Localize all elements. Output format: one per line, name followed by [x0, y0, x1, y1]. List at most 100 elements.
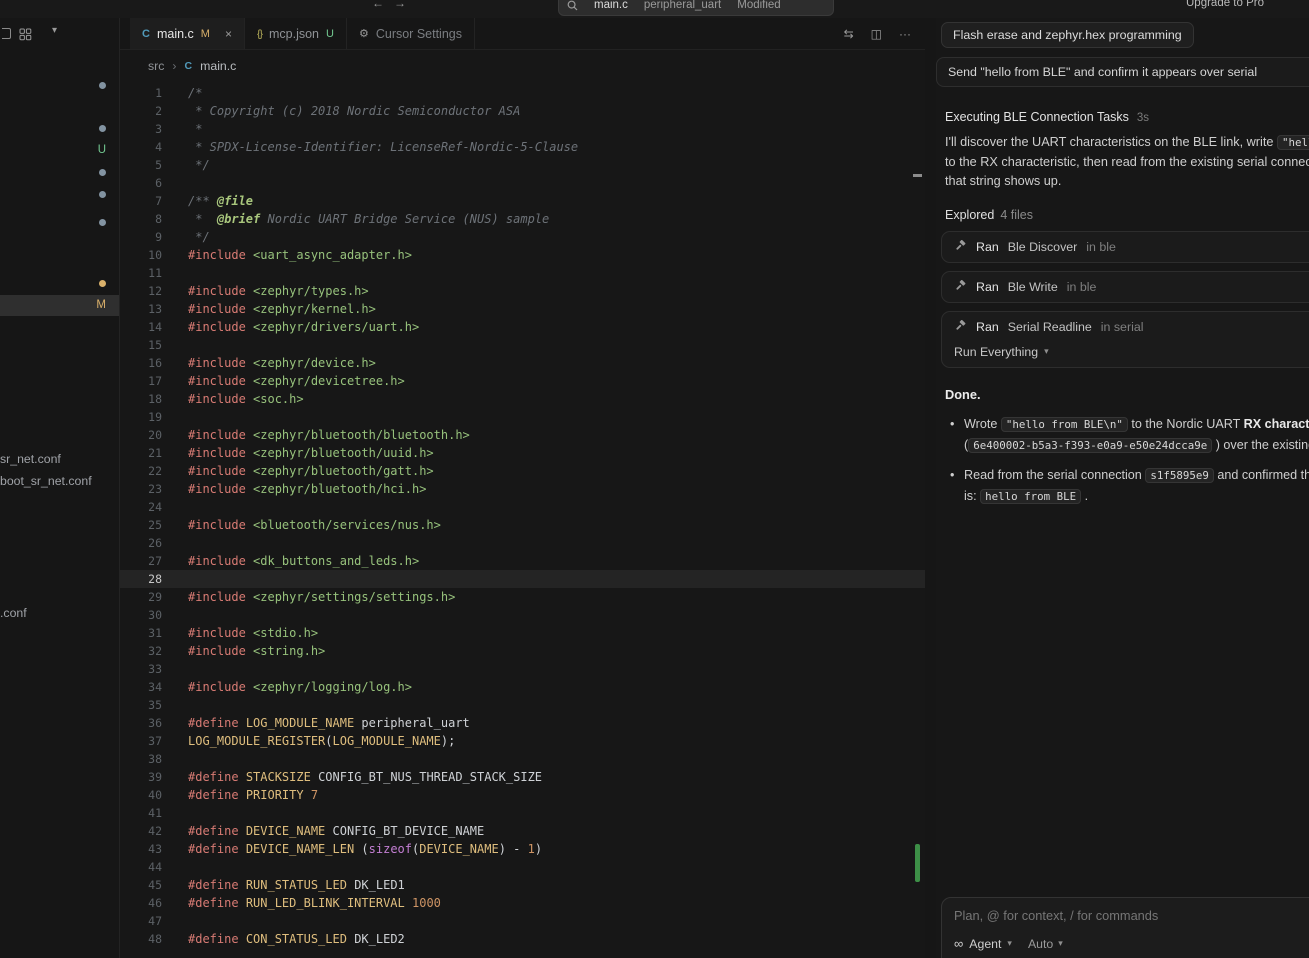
tool-call-row: RanBle Discoverin ble	[954, 240, 1309, 254]
code-line[interactable]: 21#include <zephyr/bluetooth/uuid.h>	[120, 444, 925, 462]
tool-call-card[interactable]: RanBle Writein ble	[941, 271, 1309, 303]
line-content	[162, 534, 188, 552]
code-line[interactable]: 41	[120, 804, 925, 822]
project-grid-icon[interactable]	[19, 28, 32, 41]
file-tree-item[interactable]: .conf	[0, 605, 27, 621]
compare-changes-icon[interactable]: ⇆	[844, 27, 854, 41]
chat-input-box[interactable]: Plan, @ for context, / for commands ∞ Ag…	[941, 897, 1309, 958]
code-line[interactable]: 17#include <zephyr/devicetree.h>	[120, 372, 925, 390]
code-line[interactable]: 18#include <soc.h>	[120, 390, 925, 408]
more-actions-icon[interactable]: ···	[899, 27, 911, 41]
line-content: #include <zephyr/types.h>	[162, 282, 369, 300]
inline-code: "hello from BLE\n"	[1001, 417, 1128, 432]
split-editor-icon[interactable]: ◫	[871, 27, 882, 41]
code-line[interactable]: 7/** @file	[120, 192, 925, 210]
code-line[interactable]: 40#define PRIORITY 7	[120, 786, 925, 804]
upgrade-to-pro-button[interactable]: Upgrade to Pro	[1186, 0, 1264, 9]
line-content	[162, 264, 188, 282]
line-number: 14	[120, 318, 162, 336]
code-line[interactable]: 14#include <zephyr/drivers/uart.h>	[120, 318, 925, 336]
line-number: 12	[120, 282, 162, 300]
dot-icon	[99, 191, 106, 198]
code-line[interactable]: 46#define RUN_LED_BLINK_INTERVAL 1000	[120, 894, 925, 912]
code-line[interactable]: 26	[120, 534, 925, 552]
line-number: 23	[120, 480, 162, 498]
code-line[interactable]: 43#define DEVICE_NAME_LEN (sizeof(DEVICE…	[120, 840, 925, 858]
line-number: 20	[120, 426, 162, 444]
code-editor[interactable]: 1/*2 * Copyright (c) 2018 Nordic Semicon…	[120, 82, 925, 958]
line-number: 30	[120, 606, 162, 624]
code-line[interactable]: 36#define LOG_MODULE_NAME peripheral_uar…	[120, 714, 925, 732]
code-line[interactable]: 1/*	[120, 84, 925, 102]
code-line[interactable]: 34#include <zephyr/logging/log.h>	[120, 678, 925, 696]
agent-mode-selector[interactable]: ∞ Agent ▾	[954, 936, 1012, 951]
code-line[interactable]: 15	[120, 336, 925, 354]
code-line[interactable]: 33	[120, 660, 925, 678]
code-line[interactable]: 19	[120, 408, 925, 426]
code-line[interactable]: 28	[120, 570, 925, 588]
tool-call-card[interactable]: RanSerial Readlinein serialRun Everythin…	[941, 311, 1309, 368]
user-message-pill[interactable]: Flash erase and zephyr.hex programming	[941, 22, 1194, 48]
file-tree-item[interactable]: boot_sr_net.conf	[0, 473, 92, 489]
line-content	[162, 912, 188, 930]
breadcrumb-item[interactable]: src	[148, 59, 164, 73]
code-line[interactable]: 3 *	[120, 120, 925, 138]
code-line[interactable]: 25#include <bluetooth/services/nus.h>	[120, 516, 925, 534]
history-back-button[interactable]: ←	[372, 0, 384, 10]
code-line[interactable]: 13#include <zephyr/kernel.h>	[120, 300, 925, 318]
git-status-badge: U	[326, 28, 334, 40]
code-line[interactable]: 10#include <uart_async_adapter.h>	[120, 246, 925, 264]
code-line[interactable]: 5 */	[120, 156, 925, 174]
line-content	[162, 498, 188, 516]
history-forward-button[interactable]: →	[394, 0, 406, 10]
code-line[interactable]: 32#include <string.h>	[120, 642, 925, 660]
line-content	[162, 660, 188, 678]
code-line[interactable]: 4 * SPDX-License-Identifier: LicenseRef-…	[120, 138, 925, 156]
line-content: #include <zephyr/settings/settings.h>	[162, 588, 455, 606]
code-line[interactable]: 48#define CON_STATUS_LED DK_LED2	[120, 930, 925, 948]
tab-cursor-settings[interactable]: ⚙Cursor Settings	[347, 18, 475, 49]
code-line[interactable]: 6	[120, 174, 925, 192]
tab-main-c[interactable]: Cmain.cM×	[130, 18, 245, 49]
code-line[interactable]: 27#include <dk_buttons_and_leds.h>	[120, 552, 925, 570]
code-line[interactable]: 45#define RUN_STATUS_LED DK_LED1	[120, 876, 925, 894]
breadcrumb[interactable]: src›Cmain.c	[120, 50, 925, 82]
explored-label: Explored	[945, 208, 994, 222]
tab-mcp-json[interactable]: {}mcp.jsonU	[245, 18, 347, 49]
breadcrumb-item[interactable]: main.c	[200, 59, 236, 73]
line-content	[162, 336, 188, 354]
chevron-down-icon[interactable]: ▾	[52, 25, 57, 36]
code-line[interactable]: 22#include <zephyr/bluetooth/gatt.h>	[120, 462, 925, 480]
code-line[interactable]: 20#include <zephyr/bluetooth/bluetooth.h…	[120, 426, 925, 444]
code-line[interactable]: 38	[120, 750, 925, 768]
close-icon[interactable]: ×	[225, 27, 232, 41]
code-line[interactable]: 12#include <zephyr/types.h>	[120, 282, 925, 300]
code-line[interactable]: 39#define STACKSIZE CONFIG_BT_NUS_THREAD…	[120, 768, 925, 786]
chat-section-header[interactable]: Executing BLE Connection Tasks3s	[945, 110, 1309, 124]
code-line[interactable]: 11	[120, 264, 925, 282]
workspace-icon	[2, 28, 11, 39]
code-line[interactable]: 31#include <stdio.h>	[120, 624, 925, 642]
user-message-box[interactable]: Send "hello from BLE" and confirm it app…	[936, 57, 1309, 87]
code-line[interactable]: 30	[120, 606, 925, 624]
explored-files-row[interactable]: Explored4 files	[945, 208, 1309, 222]
tool-call-card[interactable]: RanBle Discoverin ble	[941, 231, 1309, 263]
code-line[interactable]: 24	[120, 498, 925, 516]
inline-code: "hello from BLE"	[1277, 135, 1309, 150]
file-tree-item[interactable]: sr_net.conf	[0, 451, 61, 467]
code-line[interactable]: 8 * @brief Nordic UART Bridge Service (N…	[120, 210, 925, 228]
code-line[interactable]: 35	[120, 696, 925, 714]
code-line[interactable]: 2 * Copyright (c) 2018 Nordic Semiconduc…	[120, 102, 925, 120]
command-center[interactable]: main.c peripheral_uart Modified	[558, 0, 834, 16]
line-number: 7	[120, 192, 162, 210]
run-everything-button[interactable]: Run Everything▾	[954, 345, 1309, 359]
code-line[interactable]: 23#include <zephyr/bluetooth/hci.h>	[120, 480, 925, 498]
code-line[interactable]: 37LOG_MODULE_REGISTER(LOG_MODULE_NAME);	[120, 732, 925, 750]
code-line[interactable]: 42#define DEVICE_NAME CONFIG_BT_DEVICE_N…	[120, 822, 925, 840]
code-line[interactable]: 44	[120, 858, 925, 876]
code-line[interactable]: 29#include <zephyr/settings/settings.h>	[120, 588, 925, 606]
code-line[interactable]: 16#include <zephyr/device.h>	[120, 354, 925, 372]
code-line[interactable]: 47	[120, 912, 925, 930]
code-line[interactable]: 9 */	[120, 228, 925, 246]
model-selector[interactable]: Auto ▾	[1028, 937, 1063, 951]
